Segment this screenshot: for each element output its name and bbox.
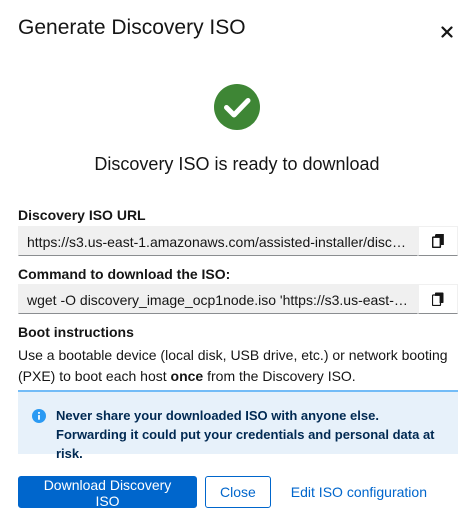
edit-iso-configuration-link[interactable]: Edit ISO configuration	[277, 476, 441, 508]
boot-instructions-text: Use a bootable device (local disk, USB d…	[18, 345, 458, 387]
info-circle-icon	[32, 409, 46, 423]
download-iso-button[interactable]: Download Discovery ISO	[18, 476, 197, 509]
boot-text-after: from the Discovery ISO.	[203, 368, 356, 384]
modal-footer: Download Discovery ISO Close Edit ISO co…	[18, 476, 441, 509]
close-icon	[441, 26, 453, 38]
iso-url-clipboard: https://s3.us-east-1.amazonaws.com/assis…	[18, 226, 458, 256]
copy-iso-url-button[interactable]	[418, 226, 458, 256]
ready-status-text: Discovery ISO is ready to download	[94, 154, 380, 174]
copy-icon	[432, 234, 444, 248]
alert-text: Never share your downloaded ISO with any…	[56, 408, 435, 461]
boot-instructions-title: Boot instructions	[18, 324, 134, 340]
iso-url-label: Discovery ISO URL	[18, 207, 146, 223]
download-command-label: Command to download the ISO:	[18, 266, 231, 282]
boot-text-emphasis: once	[170, 368, 204, 384]
copy-icon	[432, 292, 444, 306]
copy-command-button[interactable]	[418, 284, 458, 314]
security-alert: Never share your downloaded ISO with any…	[18, 390, 458, 461]
iso-url-input[interactable]: https://s3.us-east-1.amazonaws.com/assis…	[18, 226, 418, 256]
generate-iso-modal: Generate Discovery ISO Discovery ISO is …	[0, 0, 474, 526]
check-circle-icon	[214, 84, 260, 130]
close-modal-button[interactable]: Close	[205, 476, 271, 508]
download-command-input[interactable]: wget -O discovery_image_ocp1node.iso 'ht…	[18, 284, 418, 314]
modal-title: Generate Discovery ISO	[18, 16, 246, 39]
close-button[interactable]	[434, 19, 460, 45]
download-command-clipboard: wget -O discovery_image_ocp1node.iso 'ht…	[18, 284, 458, 314]
